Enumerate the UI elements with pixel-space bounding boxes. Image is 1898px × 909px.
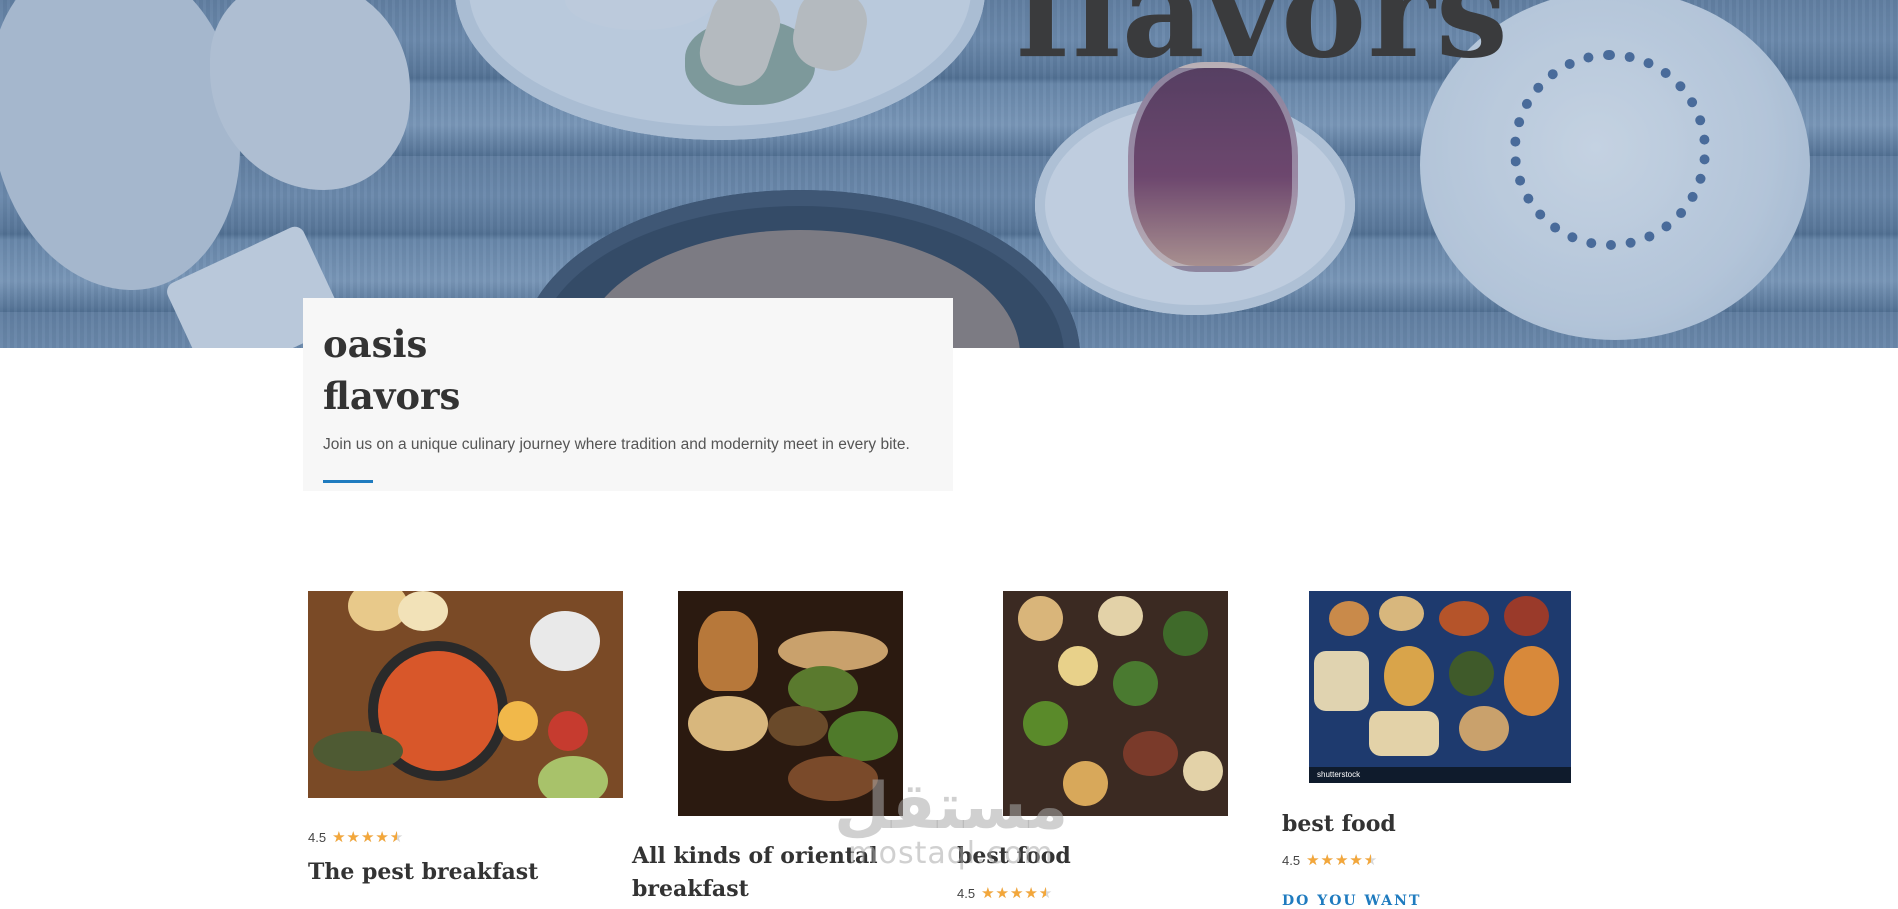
star-icon: ★★★★★★★★★★ [332,829,405,846]
intro-title: oasis flavors [323,318,933,422]
card-image[interactable] [308,591,623,798]
card-image[interactable]: shutterstock [1309,591,1571,783]
do-you-want-link[interactable]: DO YOU WANT [1282,893,1421,909]
card-title[interactable]: All kinds of oriental breakfast [632,840,878,906]
card-title[interactable]: best food [1282,808,1396,841]
intro-title-line: oasis [323,322,428,366]
image-credit: shutterstock [1317,770,1361,779]
rating-value: 4.5 [957,886,976,901]
card-title[interactable]: best food [957,840,1071,873]
rating-value: 4.5 [308,830,327,845]
image-credit-bar: shutterstock [1309,767,1571,783]
rating: 4.5 ★★★★★★★★★★ [1282,853,1378,868]
card-title-line: All kinds of oriental [632,843,878,869]
star-icon: ★★★★★★★★★★ [1306,852,1379,869]
intro-title-line: flavors [323,374,461,418]
intro-card: oasis flavors Join us on a unique culina… [303,298,953,491]
star-icon: ★★★★★★★★★★ [981,885,1054,902]
accent-divider [323,480,373,483]
rating: 4.5 ★★★★★★★★★★ [957,886,1053,901]
card-title[interactable]: The pest breakfast [308,856,538,889]
intro-text: Join us on a unique culinary journey whe… [323,436,910,453]
card-image[interactable] [678,591,903,816]
card-title-line: breakfast [632,876,749,902]
card-image[interactable] [1003,591,1228,816]
hero-title: flavors [1016,0,1509,87]
rating-value: 4.5 [1282,853,1301,868]
rating: 4.5 ★★★★★★★★★★ [308,830,404,845]
hero-banner: flavors [0,0,1898,348]
